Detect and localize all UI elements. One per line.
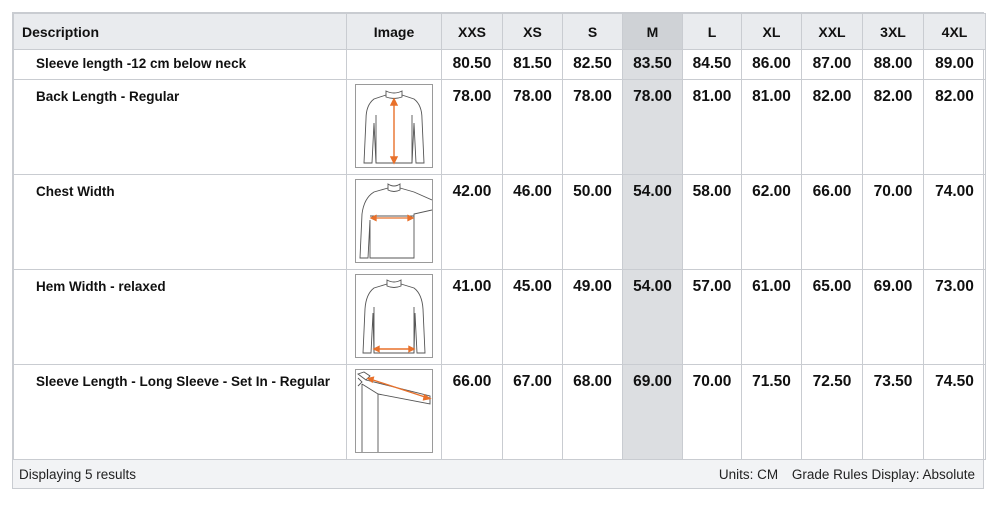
row-value-m: 83.50 [622, 49, 683, 80]
row-value-m: 69.00 [622, 364, 683, 460]
hem-width-diagram[interactable] [355, 274, 433, 358]
row-image-cell [346, 49, 442, 80]
row-value-xs: 45.00 [502, 269, 563, 365]
row-value-xs: 81.50 [502, 49, 563, 80]
row-value-s: 68.00 [562, 364, 623, 460]
row-value-3xl: 73.50 [862, 364, 924, 460]
row-value-l: 81.00 [682, 79, 742, 175]
row-value-xxl: 72.50 [801, 364, 863, 460]
row-value-xxl: 82.00 [801, 79, 863, 175]
table-row[interactable]: Sleeve Length - Long Sleeve - Set In - R… [13, 364, 986, 460]
row-value-m: 54.00 [622, 174, 683, 270]
row-description: Chest Width [13, 174, 347, 270]
column-header-size-xl[interactable]: XL [741, 13, 802, 50]
row-value-s: 50.00 [562, 174, 623, 270]
units-label: Units: CM [718, 466, 779, 482]
row-value-4xl: 73.00 [923, 269, 986, 365]
row-value-s: 82.50 [562, 49, 623, 80]
column-header-size-s[interactable]: S [562, 13, 623, 50]
row-value-3xl: 70.00 [862, 174, 924, 270]
grade-rules-label: Grade Rules Display: Absolute [791, 466, 975, 482]
column-header-size-xxs[interactable]: XXS [441, 13, 503, 50]
results-count: Displaying 5 results [19, 466, 137, 482]
table-row[interactable]: Chest Width 42.00 46.00 50.00 54.00 58.0… [13, 174, 986, 270]
row-value-3xl: 82.00 [862, 79, 924, 175]
row-image-cell [346, 364, 442, 460]
row-image-cell [346, 269, 442, 365]
column-header-description[interactable]: Description [13, 13, 347, 50]
row-value-m: 78.00 [622, 79, 683, 175]
row-value-xxs: 78.00 [441, 79, 503, 175]
row-value-xxl: 87.00 [801, 49, 863, 80]
measurements-table: Description Image XXS XS S M L XL XXL 3X… [13, 13, 986, 460]
row-value-xxl: 66.00 [801, 174, 863, 270]
sleeve-length-diagram[interactable] [355, 369, 433, 453]
row-image-cell [346, 174, 442, 270]
row-description: Sleeve Length - Long Sleeve - Set In - R… [13, 364, 347, 460]
row-value-xxs: 80.50 [441, 49, 503, 80]
table-row[interactable]: Hem Width - relaxed 41.00 45.00 49.00 54… [13, 269, 986, 365]
table-footer: Displaying 5 results Units: CM Grade Rul… [13, 460, 983, 488]
row-value-s: 49.00 [562, 269, 623, 365]
row-value-3xl: 69.00 [862, 269, 924, 365]
row-value-xl: 86.00 [741, 49, 802, 80]
column-header-size-l[interactable]: L [682, 13, 742, 50]
row-value-xl: 61.00 [741, 269, 802, 365]
row-value-3xl: 88.00 [862, 49, 924, 80]
row-value-l: 70.00 [682, 364, 742, 460]
size-spec-table: Description Image XXS XS S M L XL XXL 3X… [12, 12, 986, 489]
column-header-size-3xl[interactable]: 3XL [862, 13, 924, 50]
row-value-l: 58.00 [682, 174, 742, 270]
column-header-size-xxl[interactable]: XXL [801, 13, 863, 50]
row-description: Sleeve length -12 cm below neck [13, 49, 347, 80]
row-image-cell [346, 79, 442, 175]
row-value-xxs: 42.00 [441, 174, 503, 270]
row-value-xs: 67.00 [502, 364, 563, 460]
row-value-xxl: 65.00 [801, 269, 863, 365]
row-value-xl: 81.00 [741, 79, 802, 175]
row-value-4xl: 74.50 [923, 364, 986, 460]
table-row[interactable]: Back Length - Regular 78.00 78.00 78.00 … [13, 79, 986, 175]
column-header-size-xs[interactable]: XS [502, 13, 563, 50]
row-value-l: 57.00 [682, 269, 742, 365]
column-header-size-m[interactable]: M [622, 13, 683, 50]
row-value-l: 84.50 [682, 49, 742, 80]
table-row[interactable]: Sleeve length -12 cm below neck 80.50 81… [13, 49, 986, 80]
column-header-size-4xl[interactable]: 4XL [923, 13, 986, 50]
row-value-xxs: 66.00 [441, 364, 503, 460]
row-value-xl: 62.00 [741, 174, 802, 270]
chest-width-diagram[interactable] [355, 179, 433, 263]
row-description: Back Length - Regular [13, 79, 347, 175]
row-value-4xl: 74.00 [923, 174, 986, 270]
row-value-xxs: 41.00 [441, 269, 503, 365]
row-value-xs: 78.00 [502, 79, 563, 175]
footer-settings: Units: CM Grade Rules Display: Absolute [709, 467, 975, 482]
header-row: Description Image XXS XS S M L XL XXL 3X… [13, 13, 986, 50]
row-value-xs: 46.00 [502, 174, 563, 270]
back-length-diagram[interactable] [355, 84, 433, 168]
row-value-4xl: 89.00 [923, 49, 986, 80]
row-value-s: 78.00 [562, 79, 623, 175]
row-value-4xl: 82.00 [923, 79, 986, 175]
row-value-m: 54.00 [622, 269, 683, 365]
row-value-xl: 71.50 [741, 364, 802, 460]
column-header-image[interactable]: Image [346, 13, 442, 50]
row-description: Hem Width - relaxed [13, 269, 347, 365]
